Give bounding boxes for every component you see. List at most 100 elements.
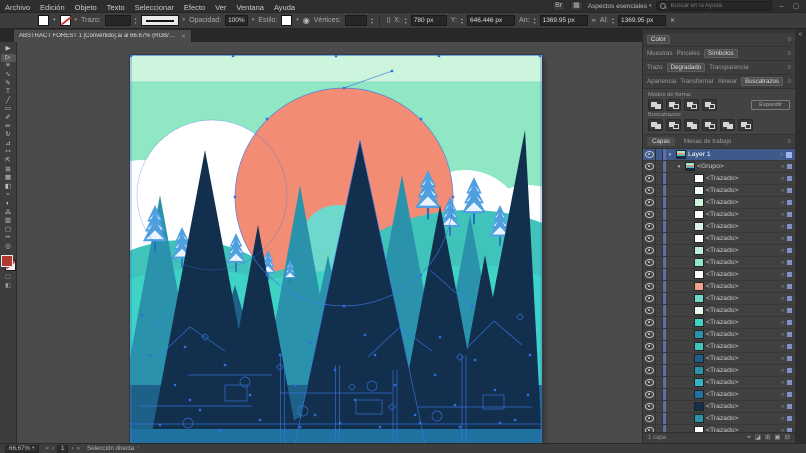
layer-name[interactable]: <Trazado> [706, 391, 778, 398]
layers-tab-mesas-de-trabajo[interactable]: Mesas de trabajo [679, 137, 736, 146]
panel-tab-buscatrazos[interactable]: Buscatrazos [741, 77, 783, 86]
selection-indicator[interactable] [787, 188, 792, 193]
selection-indicator[interactable] [787, 248, 792, 253]
panel-tab-degradado[interactable]: Degradado [667, 63, 706, 72]
menu-objeto[interactable]: Objeto [70, 3, 102, 12]
lock-toggle[interactable] [656, 173, 663, 184]
target-circle-icon[interactable]: ○ [778, 200, 787, 206]
menu-archivo[interactable]: Archivo [0, 3, 35, 12]
menu-ventana[interactable]: Ventana [231, 3, 269, 12]
layer-row-path[interactable]: <Trazado>○ [643, 317, 795, 329]
visibility-toggle[interactable] [643, 413, 656, 424]
menu-efecto[interactable]: Efecto [179, 3, 210, 12]
selection-indicator[interactable] [786, 152, 792, 158]
delete-icon[interactable]: ⊟ [785, 435, 790, 441]
lock-toggle[interactable] [656, 233, 663, 244]
layer-row-path[interactable]: <Trazado>○ [643, 353, 795, 365]
target-circle-icon[interactable]: ○ [778, 260, 787, 266]
shape-mode-menos-frente[interactable] [666, 99, 681, 111]
visibility-toggle[interactable] [643, 425, 656, 432]
layer-name[interactable]: <Trazado> [706, 331, 778, 338]
expand-button[interactable]: Expandir [751, 100, 790, 110]
target-circle-icon[interactable]: ○ [777, 152, 786, 158]
target-circle-icon[interactable]: ○ [778, 392, 787, 398]
lock-toggle[interactable] [656, 425, 663, 432]
target-circle-icon[interactable]: ○ [778, 368, 787, 374]
lock-toggle[interactable] [656, 281, 663, 292]
target-circle-icon[interactable]: ○ [778, 248, 787, 254]
visibility-toggle[interactable] [643, 221, 656, 232]
selection-indicator[interactable] [787, 332, 792, 337]
lock-toggle[interactable] [656, 257, 663, 268]
selection-indicator[interactable] [787, 284, 792, 289]
lock-toggle[interactable] [656, 341, 663, 352]
visibility-toggle[interactable] [643, 341, 656, 352]
stroke-color-swatch[interactable] [60, 15, 71, 26]
panel-tab-alinear[interactable]: Alinear [718, 78, 737, 85]
target-circle-icon[interactable]: ○ [778, 308, 787, 314]
help-search-box[interactable] [656, 1, 772, 11]
mesh-tool[interactable]: ▦ [1, 174, 16, 183]
pathfinder-contorno[interactable] [720, 119, 735, 131]
lock-toggle[interactable] [656, 197, 663, 208]
layer-row-group[interactable]: ▾<Grupo>○ [643, 161, 795, 173]
link-dimensions-icon[interactable]: ∞ [592, 16, 596, 26]
selection-indicator[interactable] [787, 212, 792, 217]
panel-tab-transformar[interactable]: Transformar [680, 78, 713, 85]
layer-row-path[interactable]: <Trazado>○ [643, 197, 795, 209]
selection-indicator[interactable] [787, 236, 792, 241]
selection-indicator[interactable] [787, 320, 792, 325]
arrange-documents-icon[interactable]: ▦ [570, 1, 583, 11]
stroke-weight-field[interactable] [105, 15, 131, 26]
visibility-toggle[interactable] [643, 317, 656, 328]
selection-indicator[interactable] [787, 164, 792, 169]
target-circle-icon[interactable]: ○ [778, 416, 787, 422]
visibility-toggle[interactable] [643, 233, 656, 244]
more-options-icon[interactable]: ✕ [670, 16, 675, 26]
height-stepper[interactable]: ▴▾ [612, 17, 614, 24]
pathfinder-dividir[interactable] [648, 119, 663, 131]
pathfinder-cortar[interactable] [666, 119, 681, 131]
selection-indicator[interactable] [787, 392, 792, 397]
blend-tool[interactable]: ◐ [1, 200, 16, 209]
y-field[interactable]: 646.446 px [467, 15, 515, 26]
x-stepper[interactable]: ▴▾ [405, 17, 407, 24]
visibility-toggle[interactable] [643, 209, 656, 220]
layer-name[interactable]: <Trazado> [706, 187, 778, 194]
layer-name[interactable]: <Trazado> [706, 211, 778, 218]
target-circle-icon[interactable]: ○ [778, 272, 787, 278]
layer-row-path[interactable]: <Trazado>○ [643, 293, 795, 305]
dock-collapse-strip[interactable]: « [795, 29, 806, 443]
layer-row-path[interactable]: <Trazado>○ [643, 257, 795, 269]
target-circle-icon[interactable]: ○ [778, 224, 787, 230]
type-tool[interactable]: T [1, 88, 16, 97]
visibility-toggle[interactable] [643, 329, 656, 340]
slice-tool[interactable]: ✂ [1, 234, 16, 243]
panel-tab-transparencia[interactable]: Transparencia [709, 64, 748, 71]
visibility-toggle[interactable] [643, 305, 656, 316]
layer-name[interactable]: <Trazado> [706, 307, 778, 314]
layer-row-path[interactable]: <Trazado>○ [643, 413, 795, 425]
target-circle-icon[interactable]: ○ [778, 284, 787, 290]
lasso-tool[interactable]: ∿ [1, 71, 16, 80]
expand-caret-icon[interactable]: ▾ [675, 164, 683, 170]
column-graph-tool[interactable]: ▥ [1, 217, 16, 226]
lock-toggle[interactable] [656, 317, 663, 328]
reference-point-icon[interactable]: ⠿ [386, 17, 390, 25]
new-layer-icon[interactable]: ▣ [774, 435, 780, 441]
layer-row-layer[interactable]: ▾Layer 1○ [643, 149, 795, 161]
target-circle-icon[interactable]: ○ [778, 176, 787, 182]
zoom-level-select[interactable]: 66.67% ▾ [5, 445, 39, 453]
target-circle-icon[interactable]: ○ [778, 212, 787, 218]
target-circle-icon[interactable]: ○ [778, 332, 787, 338]
visibility-toggle[interactable] [643, 161, 656, 172]
pathfinder-combinar[interactable] [684, 119, 699, 131]
stroke-weight-stepper[interactable]: ▴▾ [135, 17, 137, 24]
layer-name[interactable]: <Trazado> [706, 235, 778, 242]
layer-row-path[interactable]: <Trazado>○ [643, 281, 795, 293]
new-sublayer-icon[interactable]: ⊞ [765, 435, 770, 441]
artboard-tool[interactable]: ▢ [1, 225, 16, 234]
visibility-toggle[interactable] [643, 245, 656, 256]
layer-row-path[interactable]: <Trazado>○ [643, 341, 795, 353]
layer-row-path[interactable]: <Trazado>○ [643, 389, 795, 401]
